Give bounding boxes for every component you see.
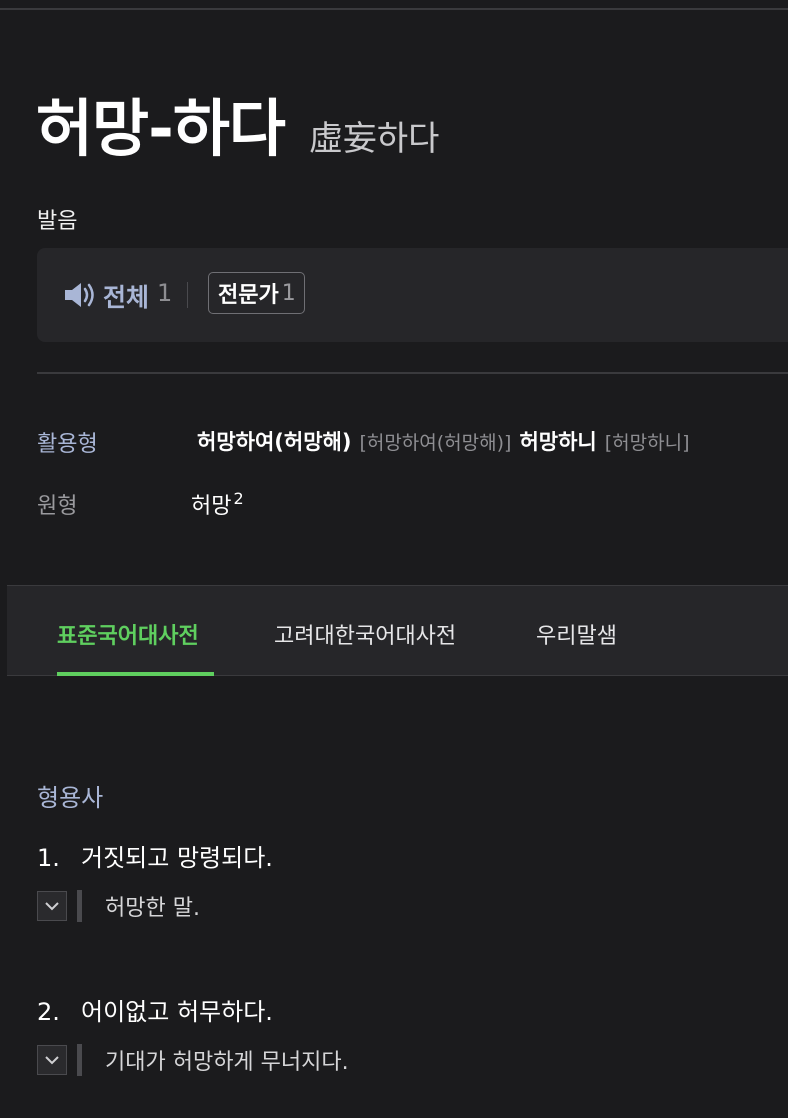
chevron-down-icon	[45, 1056, 59, 1065]
conjugation-forms: 허망하여(허망해) [허망하여(허망해)] 허망하니 [허망하니]	[197, 426, 697, 456]
sense-number: 1.	[37, 844, 60, 872]
pronunciation-divider	[187, 282, 188, 308]
entry-hanja: 虛妄하다	[308, 119, 440, 159]
top-divider	[0, 8, 788, 10]
headword: 허망-하다 虛妄하다	[36, 78, 439, 168]
speaker-icon[interactable]	[63, 280, 97, 310]
example-text: 기대가 허망하게 무너지다.	[105, 1050, 349, 1075]
original-form-word: 허망	[191, 494, 232, 519]
section-divider	[37, 372, 788, 374]
chevron-down-icon	[45, 902, 59, 911]
expert-count: 1	[281, 280, 296, 306]
original-form-link[interactable]: 허망 2	[191, 488, 244, 520]
conjugation-form: 허망하니	[519, 430, 597, 454]
pronunciation-all-button[interactable]: 전체	[103, 278, 149, 314]
sense-number: 2.	[37, 998, 60, 1026]
part-of-speech: 형용사	[37, 784, 104, 812]
dictionary-entry-page: 허망-하다 虛妄하다 발음 전체 1 전문가 1 활용형 허망하여(허망해) [허…	[0, 0, 788, 1118]
example-bar	[77, 890, 82, 922]
tab-korea-university-dictionary[interactable]: 고려대한국어대사전	[274, 618, 456, 650]
conjugation-label: 활용형	[37, 432, 98, 457]
tab-standard-dictionary[interactable]: 표준국어대사전	[57, 618, 199, 650]
expand-example-button[interactable]	[37, 891, 67, 921]
expand-example-button[interactable]	[37, 1045, 67, 1075]
original-form-label: 원형	[37, 494, 78, 519]
dictionary-tabs: 표준국어대사전 고려대한국어대사전 우리말샘	[7, 585, 788, 676]
sense-example: 기대가 허망하게 무너지다.	[37, 1044, 349, 1076]
active-tab-indicator	[57, 672, 214, 676]
conjugation-form: 허망하여(허망해)	[197, 430, 352, 454]
pronunciation-all-count: 1	[157, 279, 173, 307]
homonym-number: 2	[233, 489, 244, 508]
example-bar	[77, 1044, 82, 1076]
entry-word: 허망-하다	[36, 92, 286, 165]
sense-definition: 1. 거짓되고 망령되다.	[37, 838, 273, 873]
conjugation-pronunciation[interactable]: [허망하니]	[605, 432, 690, 454]
pronunciation-panel: 전체 1 전문가 1	[37, 248, 788, 342]
expert-label: 전문가	[218, 283, 279, 308]
example-text: 허망한 말.	[105, 896, 200, 921]
sense-example: 허망한 말.	[37, 890, 200, 922]
tab-urimalsaem[interactable]: 우리말샘	[536, 618, 617, 650]
sense-definition: 2. 어이없고 허무하다.	[37, 992, 273, 1027]
pronunciation-expert-button[interactable]: 전문가 1	[208, 272, 305, 314]
conjugation-pronunciation[interactable]: [허망하여(허망해)]	[359, 432, 511, 454]
sense-text: 거짓되고 망령되다.	[81, 844, 273, 872]
pronunciation-label: 발음	[37, 209, 78, 234]
sense-text: 어이없고 허무하다.	[81, 998, 273, 1026]
